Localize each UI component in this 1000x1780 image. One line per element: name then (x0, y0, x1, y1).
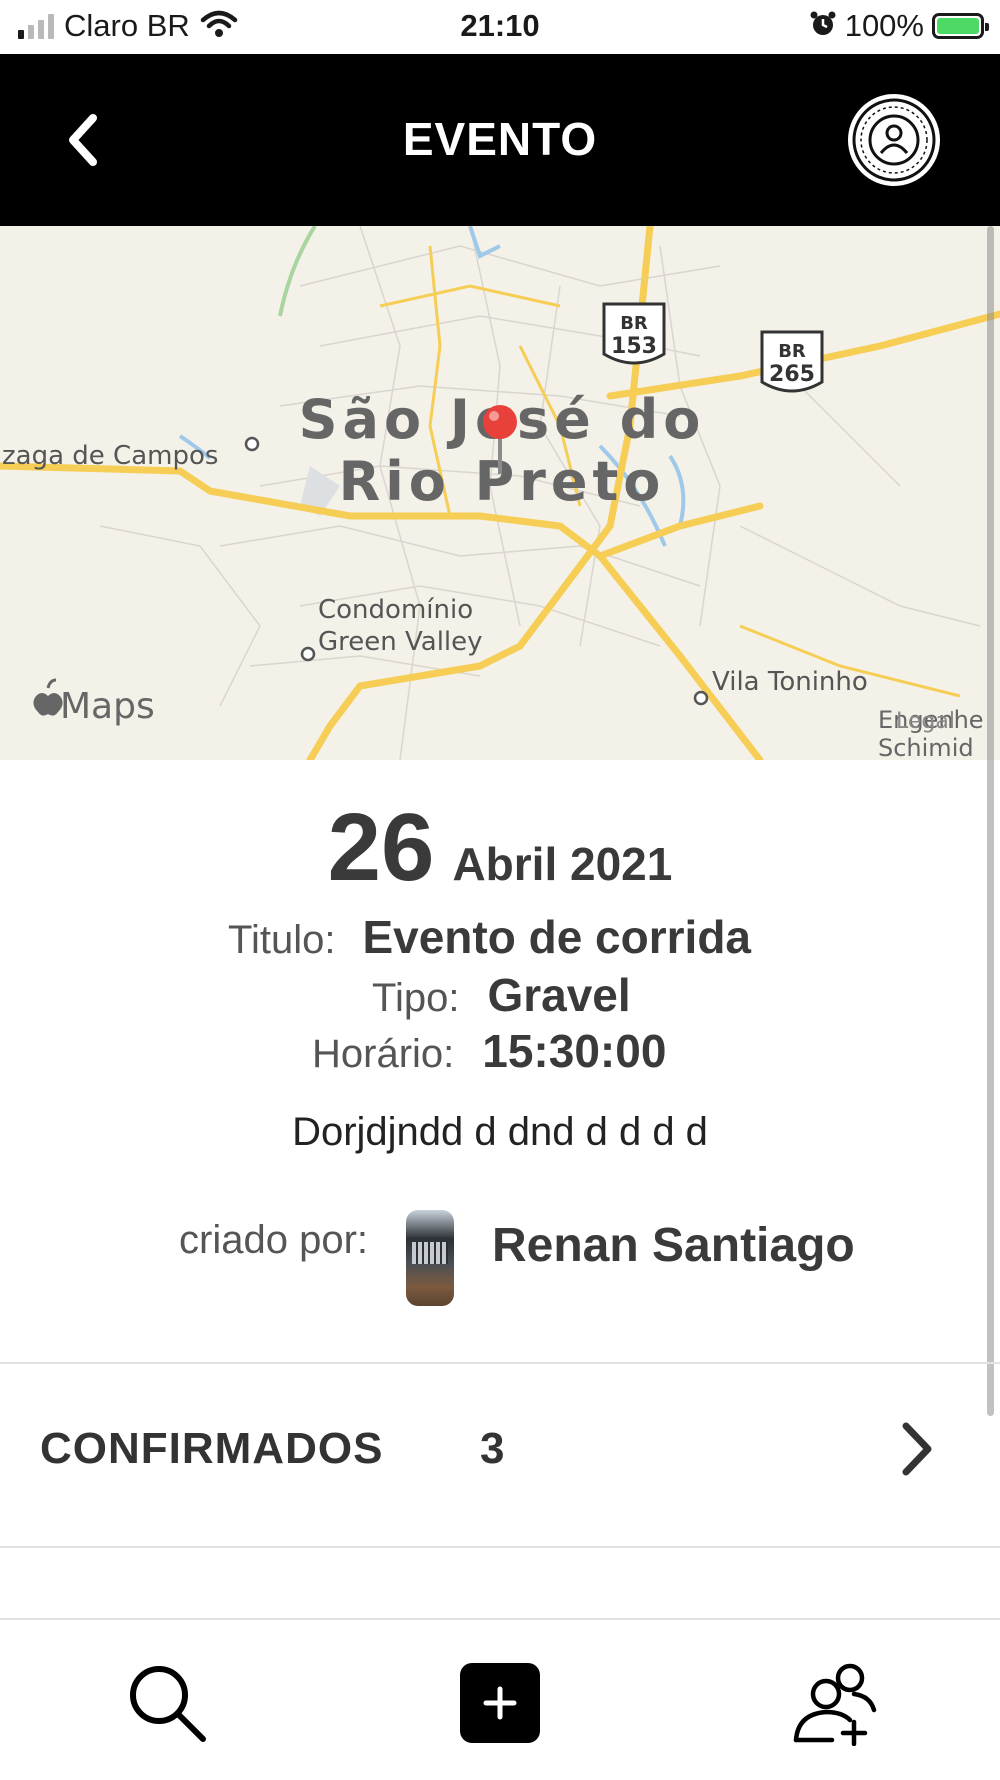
event-description: Dorjdjndd d dnd d d d d (292, 1110, 708, 1154)
confirmed-row[interactable]: CONFIRMADOS 3 (0, 1362, 1000, 1546)
add-user-icon (793, 1663, 877, 1746)
search-icon (130, 1666, 206, 1742)
map-label-vila: Vila Toninho (712, 667, 868, 697)
svg-text:153: 153 (611, 334, 657, 359)
title-field: Titulo: Evento de corrida (228, 910, 751, 964)
chevron-right-icon (896, 1420, 936, 1483)
tab-bar (0, 1618, 1000, 1780)
avatar[interactable] (406, 1210, 454, 1306)
tab-add-user[interactable] (790, 1658, 880, 1748)
svg-text:Maps: Maps (60, 686, 155, 727)
title-value: Evento de corrida (362, 911, 752, 963)
map-canvas: BR 153 BR 265 zaga de Campos São José do… (0, 226, 1000, 760)
confirmed-count: 3 (480, 1424, 505, 1473)
confirmed-label: CONFIRMADOS (40, 1424, 384, 1473)
created-by-label: criado por: (179, 1218, 368, 1262)
time-field: Horário: 15:30:00 (312, 1024, 666, 1078)
alarm-icon (809, 10, 837, 43)
creator-name[interactable]: Renan Santiago (492, 1218, 855, 1273)
svg-text:BR: BR (778, 341, 806, 362)
type-field: Tipo: Gravel (372, 968, 631, 1022)
event-map[interactable]: BR 153 BR 265 zaga de Campos São José do… (0, 226, 1000, 760)
tab-search[interactable] (122, 1658, 212, 1748)
map-legal-link: Legal (896, 709, 955, 734)
time-value: 15:30:00 (482, 1025, 667, 1077)
map-label-place-left: zaga de Campos (2, 441, 218, 471)
title-label: Titulo: (228, 918, 336, 962)
plus-icon (483, 1686, 517, 1720)
battery-percent: 100% (844, 8, 924, 43)
app-header: EVENTO (0, 54, 1000, 226)
divider (0, 1546, 1000, 1548)
event-month-year: Abril 2021 (452, 838, 673, 890)
map-label-condo-1: Condomínio (318, 595, 473, 625)
map-label-condo-2: Green Valley (318, 627, 483, 657)
event-day: 26 (327, 794, 435, 901)
type-value: Gravel (487, 969, 631, 1021)
profile-logo-button[interactable] (848, 94, 940, 186)
tab-add[interactable] (455, 1658, 545, 1748)
time-label: Horário: (312, 1032, 455, 1076)
highway-shield-br265: BR 265 (760, 330, 824, 393)
logo-icon (852, 98, 936, 182)
status-bar: Claro BR 21:10 100% (0, 0, 1000, 54)
svg-text:265: 265 (769, 362, 815, 387)
highway-shield-br153: BR 153 (602, 302, 666, 365)
battery-icon (932, 13, 989, 39)
svg-text:BR: BR (620, 313, 648, 334)
creator-row: criado por: Renan Santiago (0, 1210, 1000, 1310)
status-right: 100% (809, 8, 989, 44)
map-label-edge-2: Schimid (878, 734, 974, 760)
event-date: 26 Abril 2021 (0, 800, 1000, 896)
type-label: Tipo: (372, 976, 460, 1020)
add-button[interactable] (460, 1663, 540, 1743)
